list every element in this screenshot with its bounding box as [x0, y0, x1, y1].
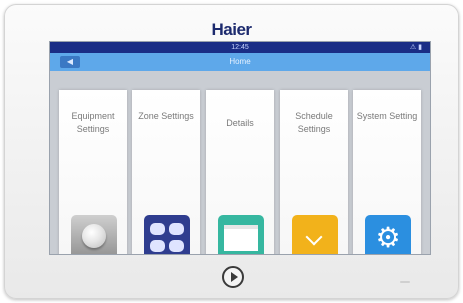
document-sheet [224, 225, 258, 251]
play-icon [231, 272, 238, 282]
home-button[interactable] [222, 266, 244, 288]
menu-cards: Equipment Settings Zone Settings Details [59, 90, 421, 254]
title-bar: ◀ Home [50, 53, 430, 71]
page-title: Home [229, 57, 251, 66]
dome-icon [71, 215, 117, 254]
card-zone-settings[interactable]: Zone Settings [132, 90, 200, 254]
gear-icon: ⚙ [365, 215, 411, 254]
status-bar: 12:45 ⚠ ▮ [50, 42, 430, 53]
dome-shape [82, 224, 106, 248]
card-details[interactable]: Details [206, 90, 274, 254]
card-label: Equipment Settings [71, 111, 115, 134]
grid-cell [169, 240, 184, 252]
card-label: Details [226, 118, 254, 128]
brand-logo: Haier [211, 20, 252, 39]
grid-cell [150, 223, 165, 235]
card-label: Zone Settings [138, 111, 194, 121]
document-icon [218, 215, 264, 254]
grid-cell [169, 223, 184, 235]
card-equipment-settings[interactable]: Equipment Settings [59, 90, 127, 254]
thermostat-device: Haier 12:45 ⚠ ▮ ◀ Home Equipment Setting… [4, 4, 459, 299]
grid-icon [144, 215, 190, 254]
chevron-down-icon [305, 228, 323, 246]
card-schedule-settings[interactable]: Schedule Settings [280, 90, 348, 254]
card-label: System Setting [356, 111, 418, 121]
status-time: 12:45 [231, 44, 249, 51]
card-label: Schedule Settings [295, 111, 333, 134]
light-sensor [400, 281, 410, 283]
chevron-icon [292, 215, 338, 254]
grid-cell [150, 240, 165, 252]
touch-screen: 12:45 ⚠ ▮ ◀ Home Equipment Settings Zone… [50, 42, 430, 254]
status-icons: ⚠ ▮ [409, 44, 422, 51]
card-system-setting[interactable]: System Setting ⚙ [353, 90, 421, 254]
gear-glyph: ⚙ [375, 222, 401, 253]
